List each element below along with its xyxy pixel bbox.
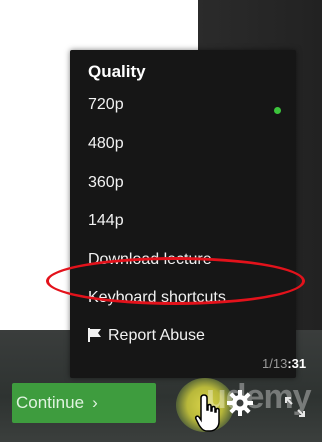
hand-cursor-icon xyxy=(195,394,220,432)
quality-option-144p[interactable]: 144p xyxy=(88,212,124,230)
chevron-right-icon: › xyxy=(92,393,98,412)
red-annotation-ellipse xyxy=(46,257,305,305)
time-bold: :31 xyxy=(287,356,307,371)
quality-option-720p[interactable]: 720p xyxy=(88,96,124,114)
flag-icon xyxy=(88,328,101,342)
gear-icon[interactable] xyxy=(226,389,254,417)
selected-indicator-icon xyxy=(274,107,281,114)
continue-button[interactable]: Continue › xyxy=(12,383,156,423)
continue-label: Continue xyxy=(16,393,85,412)
report-abuse-item[interactable]: Report Abuse xyxy=(88,327,205,345)
time-faded: 1/13 xyxy=(262,356,288,371)
fullscreen-icon[interactable] xyxy=(283,395,307,419)
time-readout: 1/13:31 xyxy=(262,356,306,371)
quality-option-480p[interactable]: 480p xyxy=(88,135,124,153)
quality-option-360p[interactable]: 360p xyxy=(88,174,124,192)
settings-menu: Quality 720p 480p 360p 144p Download lec… xyxy=(70,50,296,378)
quality-heading: Quality xyxy=(88,62,146,81)
report-abuse-label: Report Abuse xyxy=(108,327,205,344)
